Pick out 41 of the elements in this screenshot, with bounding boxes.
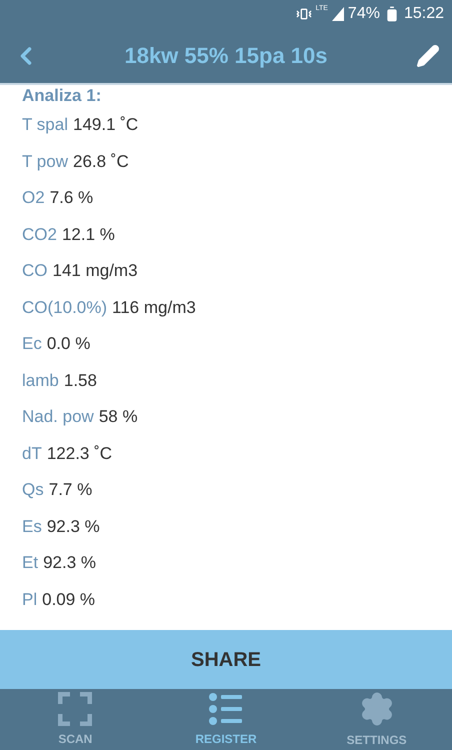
battery-level: 74%: [348, 4, 380, 24]
reading-label: Es: [22, 516, 42, 538]
reading-label: Qs: [22, 479, 44, 501]
reading-value: 122.3 ˚C: [46, 442, 112, 464]
nav-tab[interactable]: REGISTER: [150, 689, 302, 750]
reading-label: T pow: [22, 150, 68, 172]
reading-value: 141 mg/m3: [52, 260, 138, 282]
section-title: Analiza 1:: [22, 85, 102, 108]
reading-label: T spal: [22, 114, 68, 136]
reading-value: 0.09 %: [42, 588, 96, 610]
reading-value: 58 %: [98, 406, 138, 428]
reading-label: CO2: [22, 224, 57, 246]
reading-label: Pl: [22, 588, 38, 610]
reading-value: 26.8 ˚C: [73, 150, 129, 172]
reading-label: CO(10.0%): [22, 296, 108, 318]
scan-frame-icon: [58, 692, 92, 726]
vibrate-icon: [296, 6, 312, 22]
nav-tab[interactable]: SCAN: [0, 689, 151, 750]
reading-label: CO: [22, 260, 48, 282]
reading-label: O2: [22, 187, 45, 209]
reading-label: Ec: [22, 333, 42, 355]
signal-icon: [332, 7, 344, 21]
reading-value: 92.3 %: [46, 516, 100, 538]
reading-value: 0.0 %: [46, 333, 90, 355]
reading-label: dT: [22, 442, 42, 464]
reading-value: 1.58: [64, 370, 97, 392]
reading-label: lamb: [22, 370, 59, 392]
share-button[interactable]: SHARE: [0, 630, 452, 689]
page-title: 18kw 55% 15pa 10s: [123, 42, 329, 70]
reading-label: Et: [22, 552, 38, 574]
reading-value: 7.6 %: [50, 187, 94, 209]
reading-value: 12.1 %: [62, 224, 115, 246]
list-icon: [209, 692, 243, 726]
reading-value: 149.1 ˚C: [73, 114, 138, 136]
reading-value: 116 mg/m3: [112, 296, 196, 318]
reading-value: 92.3 %: [43, 552, 96, 574]
nav-tab[interactable]: SETTINGS: [301, 689, 452, 750]
pencil-icon: [416, 44, 440, 68]
clock: 15:22: [404, 4, 444, 24]
reading-label: Nad. pow: [22, 406, 94, 428]
reading-value: 7.7 %: [48, 479, 92, 501]
